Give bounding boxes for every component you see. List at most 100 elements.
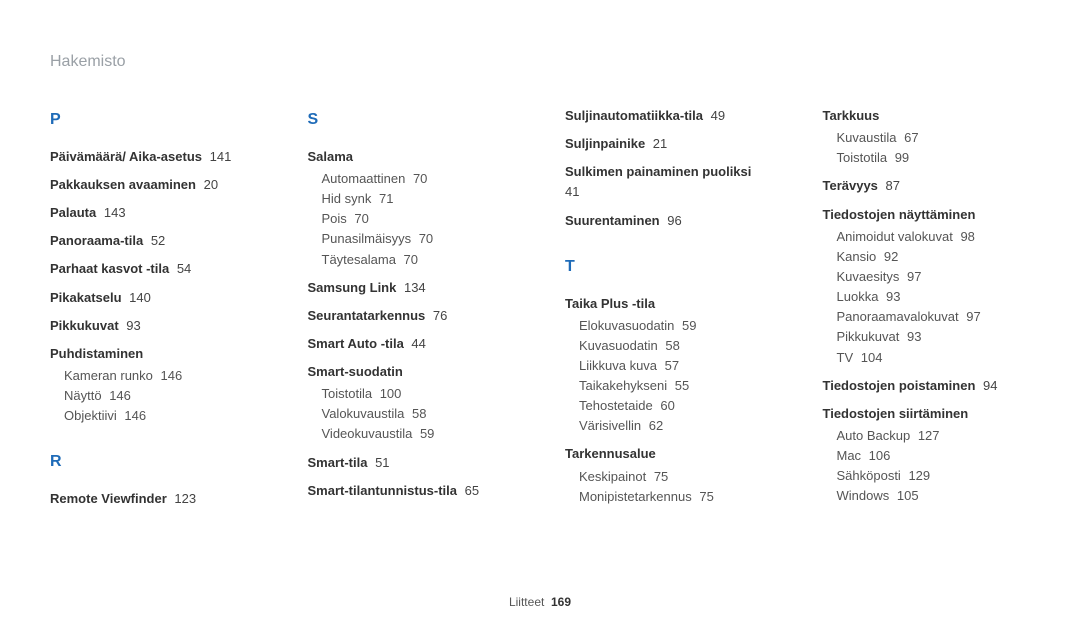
index-entry-main: Seurantatarkennus 76 (308, 306, 516, 326)
sub-entry: Kuvasuodatin 58 (579, 336, 773, 356)
sub-entry: Tehostetaide 60 (579, 396, 773, 416)
footer-page-number: 169 (551, 595, 571, 609)
entry-label: Tiedostojen näyttäminen (823, 207, 976, 222)
entry-label: Sulkimen painaminen puoliksi (565, 164, 751, 179)
sub-entry-label: Auto Backup (837, 428, 911, 443)
sub-entry-page: 105 (893, 488, 918, 503)
sub-entry-label: Taikakehykseni (579, 378, 667, 393)
index-entry-main: Parhaat kasvot -tila 54 (50, 259, 258, 279)
sub-entry-label: Näyttö (64, 388, 102, 403)
sub-entry-label: Kuvaustila (837, 130, 897, 145)
index-entry: Pikkukuvat 93 (50, 316, 258, 336)
index-entry: Salama Automaattinen 70Hid synk 71Pois 70… (308, 147, 516, 270)
entry-page: 49 (707, 108, 725, 123)
index-entry-main: Remote Viewfinder 123 (50, 489, 258, 509)
index-column: TarkkuusKuvaustila 67Toistotila 99Terävy… (823, 106, 1031, 517)
sub-entry-page: 70 (409, 171, 427, 186)
index-entry: Tiedostojen siirtäminenAuto Backup 127Ma… (823, 404, 1031, 507)
sub-entry-label: Animoidut valokuvat (837, 229, 953, 244)
entry-label: Terävyys (823, 178, 878, 193)
index-entry: Suljinpainike 21 (565, 134, 773, 154)
index-entry: Panoraama-tila 52 (50, 231, 258, 251)
sub-entry: Kuvaustila 67 (837, 128, 1031, 148)
sub-entry-page: 71 (375, 191, 393, 206)
footer: Liitteet 169 (0, 593, 1080, 612)
sub-entry: Monipistetarkennus 75 (579, 487, 773, 507)
index-entry-main: Terävyys 87 (823, 176, 1031, 196)
index-entry-main: Tarkennusalue (565, 444, 773, 464)
index-entry: TarkennusalueKeskipainot 75Monipistetark… (565, 444, 773, 506)
entry-label: Parhaat kasvot -tila (50, 261, 169, 276)
sub-entry-page: 93 (903, 329, 921, 344)
index-entry-main: Sulkimen painaminen puoliksi 41 (565, 162, 773, 202)
sub-entry-label: Automaattinen (322, 171, 406, 186)
entry-page: 123 (171, 491, 196, 506)
sub-entry-page: 59 (678, 318, 696, 333)
sub-entry-page: 127 (914, 428, 939, 443)
sub-list: Animoidut valokuvat 98Kansio 92Kuvaesity… (837, 227, 1031, 368)
sub-entry-label: Monipistetarkennus (579, 489, 692, 504)
entry-label: Tiedostojen poistaminen (823, 378, 976, 393)
index-entry: Smart-tilantunnistus-tila 65 (308, 481, 516, 501)
sub-entry: Panoraamavalokuvat 97 (837, 307, 1031, 327)
section-letter: S (308, 108, 516, 133)
index-columns: PPäivämäärä/ Aika-asetus 141Pakkauksen a… (50, 106, 1030, 517)
index-entry-main: Smart-tila 51 (308, 453, 516, 473)
entry-page: 44 (408, 336, 426, 351)
index-entry-main: Taika Plus -tila (565, 294, 773, 314)
sub-list: Toistotila 100Valokuvaustila 58Videokuva… (322, 384, 516, 444)
entry-label: Smart Auto -tila (308, 336, 404, 351)
sub-list: Keskipainot 75Monipistetarkennus 75 (579, 467, 773, 507)
index-entry: Pikakatselu 140 (50, 288, 258, 308)
entry-label: Smart-tilantunnistus-tila (308, 483, 458, 498)
index-entry-main: Tarkkuus (823, 106, 1031, 126)
index-entry: Puhdistaminen Kameran runko 146 Näyttö 146… (50, 344, 258, 427)
page-title: Hakemisto (50, 50, 126, 75)
sub-entry: Kameran runko 146 (64, 366, 258, 386)
sub-entry-label: Tehostetaide (579, 398, 653, 413)
index-entry-main: Palauta 143 (50, 203, 258, 223)
index-entry: Terävyys 87 (823, 176, 1031, 196)
sub-entry: Elokuvasuodatin 59 (579, 316, 773, 336)
index-entry: Tiedostojen näyttäminen Animoidut valokuv… (823, 205, 1031, 368)
sub-list: Kuvaustila 67Toistotila 99 (837, 128, 1031, 168)
entry-page: 93 (123, 318, 141, 333)
sub-entry-page: 98 (957, 229, 975, 244)
entry-label: Suurentaminen (565, 213, 660, 228)
sub-entry-page: 67 (900, 130, 918, 145)
sub-entry: Valokuvaustila 58 (322, 404, 516, 424)
sub-entry-label: Objektiivi (64, 408, 117, 423)
entry-label: Samsung Link (308, 280, 397, 295)
entry-label: Seurantatarkennus (308, 308, 426, 323)
sub-entry-label: Sähköposti (837, 468, 901, 483)
index-column: PPäivämäärä/ Aika-asetus 141Pakkauksen a… (50, 106, 258, 517)
entry-label: Salama (308, 149, 354, 164)
sub-entry: Toistotila 99 (837, 148, 1031, 168)
index-entry-main: Päivämäärä/ Aika-asetus 141 (50, 147, 258, 167)
sub-entry-label: Pikkukuvat (837, 329, 900, 344)
index-entry: Seurantatarkennus 76 (308, 306, 516, 326)
sub-entry-page: 62 (645, 418, 663, 433)
index-entry: Sulkimen painaminen puoliksi 41 (565, 162, 773, 202)
sub-entry: Keskipainot 75 (579, 467, 773, 487)
entry-label: Puhdistaminen (50, 346, 143, 361)
sub-entry-page: 146 (157, 368, 182, 383)
index-entry: Samsung Link 134 (308, 278, 516, 298)
sub-entry-page: 100 (376, 386, 401, 401)
entry-page: 21 (649, 136, 667, 151)
entry-page: 143 (100, 205, 125, 220)
entry-label: Pakkauksen avaaminen (50, 177, 196, 192)
sub-entry-label: Keskipainot (579, 469, 646, 484)
sub-entry-page: 75 (650, 469, 668, 484)
sub-entry-label: Täytesalama (322, 252, 396, 267)
sub-entry-label: Kuvasuodatin (579, 338, 658, 353)
sub-entry-page: 60 (657, 398, 675, 413)
index-entry-main: Samsung Link 134 (308, 278, 516, 298)
entry-label: Pikakatselu (50, 290, 122, 305)
sub-entry-page: 104 (857, 350, 882, 365)
sub-entry: Kansio 92 (837, 247, 1031, 267)
index-entry: Tiedostojen poistaminen 94 (823, 376, 1031, 396)
entry-label: Suljinautomatiikka-tila (565, 108, 703, 123)
sub-entry-label: Elokuvasuodatin (579, 318, 674, 333)
sub-list: Automaattinen 70Hid synk 71Pois 70Punasi… (322, 169, 516, 270)
